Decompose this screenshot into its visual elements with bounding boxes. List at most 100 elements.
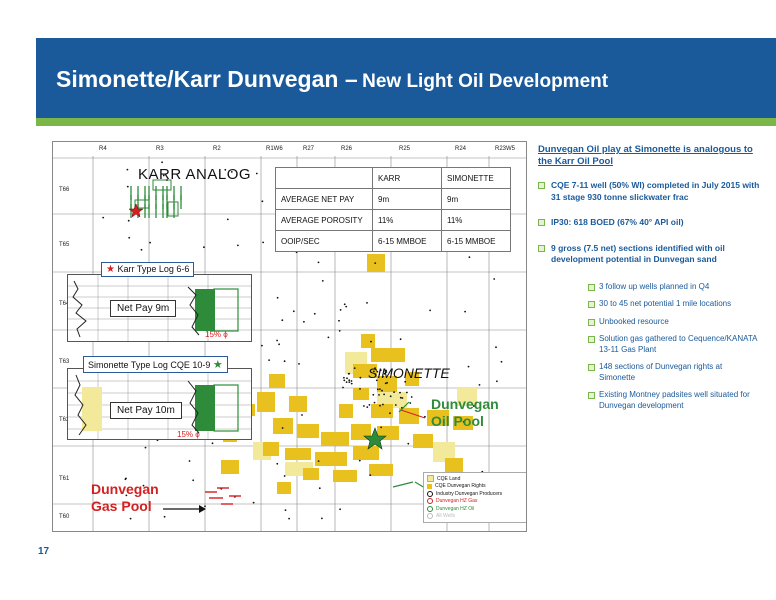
township-label: T61 [59, 476, 70, 482]
industry-well-dot [317, 261, 320, 264]
karr-netpay-label: Net Pay 9m [110, 300, 177, 317]
sub-bullet-text: 3 follow up wells planned in Q4 [599, 281, 710, 291]
bullet-box-icon [588, 392, 595, 399]
karr-analog-label: KARR ANALOG [138, 166, 252, 183]
sub-bullet-text: 148 sections of Dunvegan rights at Simon… [599, 362, 723, 382]
industry-well-dot [276, 462, 279, 465]
industry-well-dot [126, 168, 129, 171]
industry-well-dot [261, 200, 264, 203]
land-map: R4 R3 R2 R1W6 R27 R26 R25 R24 R23W5 T66 … [52, 141, 527, 532]
table-header-cell: SIMONETTE [441, 167, 511, 189]
karr-porosity-label: 15% ϕ [205, 330, 228, 339]
industry-well-dot [140, 248, 143, 251]
industry-well-dot [389, 395, 392, 398]
sub-bullet-text: Unbooked resource [599, 316, 669, 326]
simonette-label: SIMONETTE [368, 365, 450, 381]
industry-well-dot [468, 256, 471, 259]
industry-well-dot [359, 388, 361, 390]
table-cell: 6-15 MMBOE [372, 230, 442, 252]
industry-well-dot [389, 412, 391, 415]
industry-well-dot [284, 509, 287, 511]
industry-well-dot [144, 446, 147, 449]
list-item: IP30: 618 BOED (67% 40° API oil) [538, 217, 760, 229]
simonette-porosity-label: 15% ϕ [177, 430, 200, 439]
industry-well-dot [500, 360, 503, 363]
dunvegan-rights-block [277, 482, 291, 494]
industry-well-dot [359, 376, 362, 379]
industry-well-dot [283, 360, 286, 363]
industry-well-dot [366, 406, 369, 408]
list-item: 9 gross (7.5 net) sections identified wi… [538, 243, 760, 266]
industry-well-dot [380, 426, 382, 429]
industry-well-dot [318, 487, 321, 490]
industry-well-dot [276, 296, 279, 299]
industry-well-dot [496, 380, 498, 383]
bullet-box-icon [588, 336, 595, 343]
legend-item: CQE Dunvegan Rights [427, 483, 523, 491]
sub-bullet-text: 30 to 45 net potential 1 mile locations [599, 299, 732, 308]
industry-well-dot [406, 391, 408, 394]
header-rule [36, 118, 776, 126]
industry-well-dot [378, 394, 380, 396]
industry-well-dot [339, 309, 342, 311]
dunvegan-rights-block [339, 404, 353, 418]
industry-well-dot [278, 343, 280, 346]
industry-well-dot [192, 479, 195, 482]
table-cell: 11% [441, 209, 511, 231]
industry-well-dot [226, 218, 229, 221]
range-label: R4 [99, 146, 107, 152]
industry-well-dot [381, 389, 383, 392]
industry-well-dot [493, 278, 496, 280]
simonette-log-label-text: Simonette Type Log CQE 10-9 [88, 360, 211, 370]
industry-well-dot [383, 393, 385, 396]
bullet-box-icon [588, 283, 595, 291]
industry-well-dot [467, 365, 470, 368]
summary-panel: Dunvegan Oil play at Simonette is analog… [538, 144, 760, 418]
dunvegan-gas-pool-label: Dunvegan Gas Pool [91, 481, 159, 514]
industry-well-dot [203, 246, 205, 249]
table-row: AVERAGE NET PAY 9m 9m [275, 188, 511, 210]
industry-well-dot [283, 475, 286, 477]
map-legend: CQE Land CQE Dunvegan Rights Industry Du… [423, 472, 526, 523]
industry-well-dot [188, 460, 191, 462]
list-item: Existing Montney padsites well situated … [588, 390, 760, 411]
industry-well-dot [313, 312, 316, 315]
simonette-netpay-label: Net Pay 10m [110, 402, 182, 419]
bullet-text: IP30: 618 BOED (67% 40° API oil) [551, 217, 684, 227]
legend-swatch [427, 483, 432, 489]
bullet-box-icon [588, 364, 595, 371]
title-sub: New Light Oil Development [362, 71, 609, 92]
industry-well-dot [379, 404, 381, 407]
table-header-cell: KARR [372, 167, 442, 189]
table-cell: 9m [372, 188, 442, 210]
dunvegan-rights-block [263, 442, 279, 456]
summary-heading: Dunvegan Oil play at Simonette is analog… [538, 144, 753, 167]
industry-well-dot [204, 505, 206, 508]
range-label: R26 [341, 146, 353, 152]
industry-well-dot [358, 459, 361, 462]
industry-well-dot [343, 379, 346, 382]
industry-well-dot [327, 336, 330, 339]
industry-well-dot [102, 216, 105, 219]
legend-item: All Wells [427, 513, 523, 521]
industry-well-dot [353, 367, 356, 369]
industry-well-dot [464, 310, 466, 313]
industry-well-dot [301, 414, 303, 416]
table-row-label: AVERAGE POROSITY [275, 209, 373, 231]
industry-well-dot [127, 219, 130, 222]
table-header-row: KARR SIMONETTE [275, 167, 511, 189]
table-row: OOIP/SEC 6-15 MMBOE 6-15 MMBOE [275, 230, 511, 252]
page-title: Simonette/Karr Dunvegan – New Light Oil … [56, 66, 608, 93]
bullet-box-icon [538, 244, 545, 252]
dunvegan-rights-block [297, 424, 319, 438]
industry-well-dot [292, 310, 295, 313]
dunvegan-rights-block [221, 460, 239, 474]
industry-well-dot [393, 391, 395, 393]
dunvegan-rights-block [445, 458, 463, 472]
legend-label: Dunvegan HZ Oil [436, 505, 475, 512]
industry-well-dot [339, 508, 341, 511]
legend-swatch [427, 513, 433, 520]
list-item: Solution gas gathered to Cequence/KANATA… [588, 334, 760, 355]
industry-well-dot [399, 396, 402, 399]
industry-well-dot [410, 396, 413, 398]
